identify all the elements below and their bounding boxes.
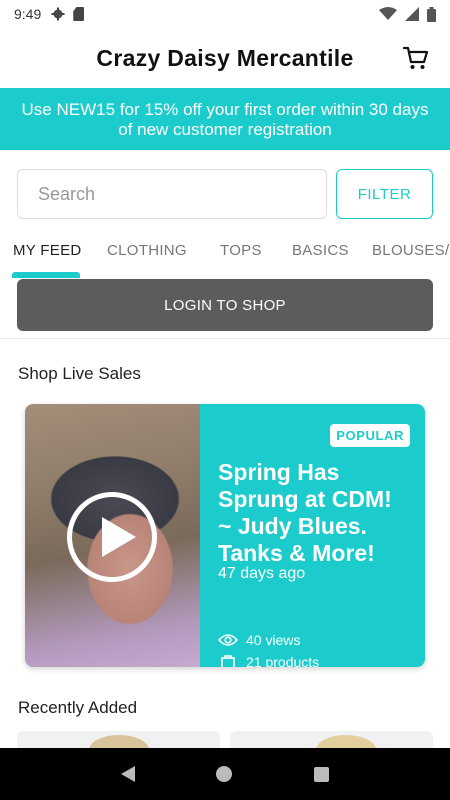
play-icon[interactable] bbox=[67, 492, 157, 582]
tab-my-feed[interactable]: MY FEED bbox=[13, 242, 82, 259]
bag-icon bbox=[221, 655, 235, 667]
app-header: Crazy Daisy Mercantile bbox=[0, 28, 450, 88]
sd-card-icon bbox=[73, 7, 85, 21]
tab-clothing[interactable]: CLOTHING bbox=[107, 242, 187, 259]
live-sale-card[interactable]: POPULAR Spring Has Sprung at CDM! ~ Judy… bbox=[25, 404, 425, 667]
wifi-icon bbox=[379, 7, 397, 20]
live-sale-title: Spring Has Sprung at CDM! ~ Judy Blues. … bbox=[218, 459, 392, 566]
tab-blouses[interactable]: BLOUSES/S bbox=[372, 242, 450, 259]
popular-badge: POPULAR bbox=[330, 424, 410, 447]
category-tabs: MY FEED CLOTHING TOPS BASICS BLOUSES/S bbox=[0, 232, 450, 278]
gear-icon bbox=[51, 7, 65, 21]
active-tab-indicator bbox=[12, 272, 80, 278]
status-time: 9:49 bbox=[14, 6, 42, 22]
system-nav-bar bbox=[0, 748, 450, 800]
live-sale-thumbnail[interactable] bbox=[25, 404, 200, 667]
products-stat: 21 products bbox=[218, 654, 319, 667]
live-sale-age: 47 days ago bbox=[218, 565, 306, 582]
signal-icon bbox=[405, 7, 419, 21]
divider bbox=[0, 338, 450, 339]
cart-icon[interactable] bbox=[402, 44, 430, 72]
home-icon[interactable] bbox=[216, 766, 233, 782]
search-input[interactable] bbox=[17, 169, 327, 219]
status-bar: 9:49 bbox=[0, 0, 450, 28]
views-stat: 40 views bbox=[218, 632, 300, 648]
live-sales-heading: Shop Live Sales bbox=[18, 364, 141, 383]
views-count: 40 views bbox=[246, 632, 301, 648]
recents-icon[interactable] bbox=[314, 766, 330, 782]
login-to-shop-button[interactable]: LOGIN TO SHOP bbox=[17, 279, 433, 331]
search-row: FILTER bbox=[17, 169, 433, 221]
battery-icon bbox=[427, 6, 436, 22]
tab-basics[interactable]: BASICS bbox=[292, 242, 349, 259]
recently-added-heading: Recently Added bbox=[18, 698, 138, 717]
live-sale-info: POPULAR Spring Has Sprung at CDM! ~ Judy… bbox=[200, 404, 425, 667]
products-count: 21 products bbox=[246, 654, 320, 667]
eye-icon bbox=[218, 634, 238, 646]
tab-tops[interactable]: TOPS bbox=[220, 242, 262, 259]
promo-banner[interactable]: Use NEW15 for 15% off your first order w… bbox=[0, 88, 450, 150]
filter-button[interactable]: FILTER bbox=[336, 169, 433, 219]
back-icon[interactable] bbox=[120, 766, 135, 782]
store-title: Crazy Daisy Mercantile bbox=[96, 44, 354, 71]
promo-text: Use NEW15 for 15% off your first order w… bbox=[21, 100, 429, 139]
